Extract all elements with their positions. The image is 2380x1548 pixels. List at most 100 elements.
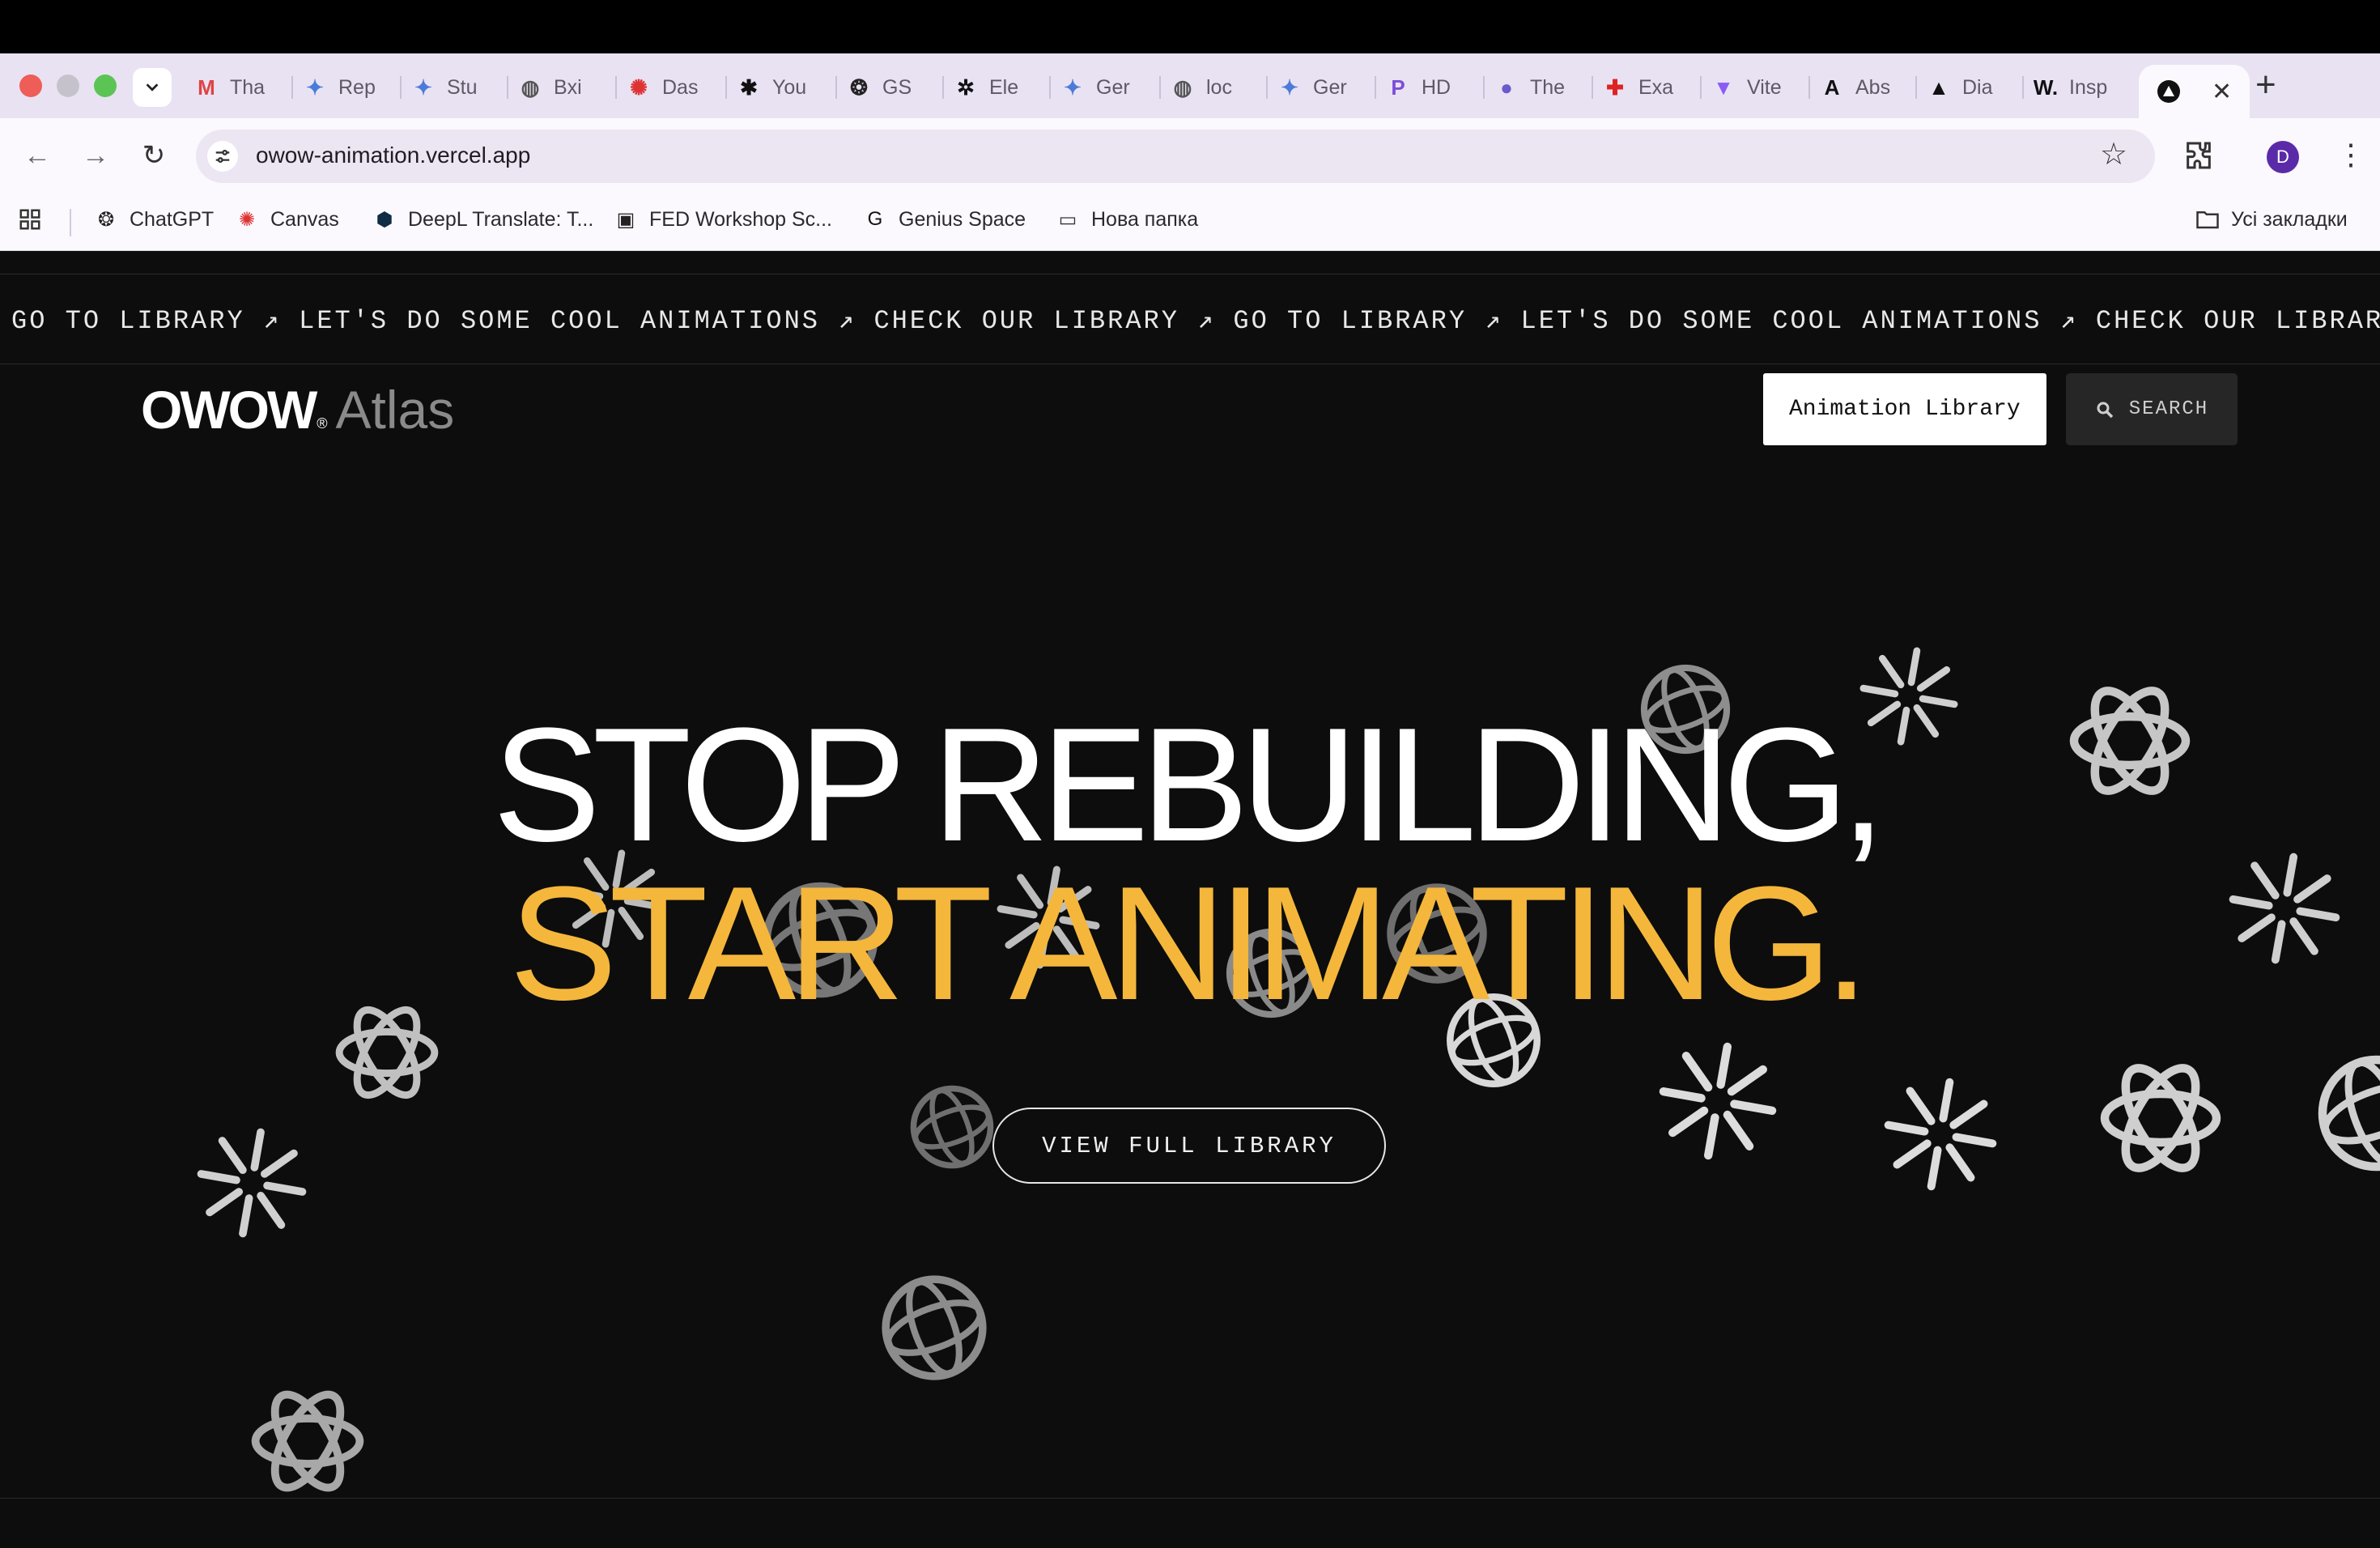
w-icon: W. [2034, 74, 2059, 100]
tab-12[interactable]: ● The [1494, 68, 1583, 107]
tab-separator [2022, 76, 2024, 99]
triangle-icon: ▲ [1928, 74, 1949, 100]
tab-label: Exa [1638, 75, 1674, 99]
sphere-icon: ● [1500, 74, 1513, 100]
globe-shape-icon [910, 1085, 994, 1169]
window-top-bar [0, 0, 2380, 53]
bookmark-star-icon[interactable]: ☆ [2100, 136, 2127, 172]
tab-separator [1915, 76, 1917, 99]
canvas-icon: ✺ [238, 208, 256, 231]
bookmark-item[interactable]: ❂ ChatGPT [94, 207, 214, 232]
tab-active[interactable]: ✕ [2139, 65, 2250, 118]
new-tab-button[interactable]: + [2255, 65, 2276, 105]
bookmark-item[interactable]: G Genius Space [863, 207, 1026, 232]
vite-icon: ▼ [1713, 74, 1734, 100]
tab-9[interactable]: ◍ loc [1171, 68, 1260, 107]
browser-menu-icon[interactable]: ⋮ [2336, 138, 2365, 172]
search-button[interactable]: SEARCH [2066, 373, 2238, 445]
marquee-item[interactable]: CHECK OUR LIBRARY ↗ [873, 304, 1215, 336]
marquee-item[interactable]: LET'S DO SOME COOL ANIMATIONS ↗ [299, 304, 856, 336]
bookmark-item[interactable]: ▭ Нова папка [1056, 207, 1199, 232]
section-divider [0, 1498, 2380, 1499]
apps-grid-icon[interactable] [18, 207, 42, 232]
tab-label: Stu [447, 75, 478, 99]
close-tab-icon[interactable]: ✕ [2212, 78, 2232, 106]
tab-separator [1483, 76, 1485, 99]
site-logo[interactable]: OWOW ® Atlas [141, 379, 454, 440]
tab-1[interactable]: ✦ Rep [303, 68, 392, 107]
tab-10[interactable]: ✦ Ger [1277, 68, 1366, 107]
swiss-icon: ✚ [1606, 74, 1624, 100]
reload-button[interactable]: ↻ [136, 138, 172, 173]
tab-separator [1700, 76, 1702, 99]
tab-3[interactable]: ◍ Bxi [518, 68, 607, 107]
site-settings-icon[interactable] [207, 141, 238, 172]
extensions-icon[interactable] [2182, 139, 2215, 176]
tab-label: The [1530, 75, 1566, 99]
tab-14[interactable]: ▼ Vite [1711, 68, 1800, 107]
all-bookmarks-label: Усі закладки [2231, 207, 2348, 231]
bookmark-label: FED Workshop Sc... [649, 207, 832, 231]
view-full-library-button[interactable]: VIEW FULL LIBRARY [992, 1108, 1386, 1184]
tab-separator [1266, 76, 1268, 99]
tab-label: Vite [1747, 75, 1782, 99]
maximize-window-button[interactable] [94, 74, 117, 97]
tab-label: HD [1422, 75, 1451, 99]
tab-0[interactable]: M Tha [194, 68, 283, 107]
url-text[interactable]: owow-animation.vercel.app [256, 142, 530, 168]
tab-label: You [772, 75, 807, 99]
tab-label: Dia [1962, 75, 1993, 99]
hero-title-line1: STOP REBUILDING, [492, 695, 1886, 875]
marquee-item[interactable]: CHECK OUR LIBRARY ↗ [2096, 304, 2380, 336]
marquee-item[interactable]: LET'S DO SOME COOL ANIMATIONS ↗ [1521, 304, 2078, 336]
gemini-icon: ✦ [306, 74, 324, 100]
marquee-item[interactable]: GO TO LIBRARY ↗ [11, 304, 281, 336]
tab-11[interactable]: P HD [1386, 68, 1475, 107]
forward-button[interactable]: → [78, 138, 113, 173]
atom-shape-icon [2100, 1064, 2221, 1172]
hero-title-line2: START ANIMATING. [509, 853, 1869, 1034]
tab-7[interactable]: ✲ Ele [954, 68, 1043, 107]
bookmark-item[interactable]: ✺ Canvas [235, 207, 339, 232]
tab-label: Ger [1313, 75, 1347, 99]
triangle-icon [2157, 79, 2181, 104]
all-bookmarks-folder[interactable]: Усі закладки [2195, 207, 2348, 232]
tab-5[interactable]: ✱ You [737, 68, 826, 107]
tab-label: Ele [989, 75, 1019, 99]
openai-icon: ❂ [97, 208, 115, 231]
minimize-window-button[interactable] [57, 74, 79, 97]
bookmark-item[interactable]: ⬢ DeepL Translate: T... [372, 207, 594, 232]
back-button[interactable]: ← [19, 138, 55, 173]
folder-icon [2195, 207, 2220, 232]
tab-separator [1375, 76, 1376, 99]
figma-icon: ✱ [740, 74, 758, 100]
tab-separator [615, 76, 617, 99]
atom-shape-icon [251, 1390, 364, 1492]
openai-icon: ❂ [850, 74, 868, 100]
library-input[interactable]: Animation Library [1763, 373, 2046, 445]
tab-15[interactable]: A Abs [1820, 68, 1909, 107]
tab-4[interactable]: ✺ Das [627, 68, 716, 107]
tab-13[interactable]: ✚ Exa [1603, 68, 1692, 107]
globe-icon: ◍ [1173, 74, 1192, 100]
logo-owow: OWOW [141, 380, 317, 440]
tab-search-button[interactable] [133, 68, 172, 107]
marquee-item[interactable]: GO TO LIBRARY ↗ [1233, 304, 1502, 336]
tab-label: Abs [1855, 75, 1891, 99]
marquee-banner[interactable]: GO TO LIBRARY ↗ LET'S DO SOME COOL ANIMAT… [0, 274, 2380, 364]
tab-8[interactable]: ✦ Ger [1060, 68, 1150, 107]
bookmark-item[interactable]: ▣ FED Workshop Sc... [614, 207, 832, 232]
tab-separator [1049, 76, 1051, 99]
bookmark-label: Canvas [270, 207, 339, 231]
close-window-button[interactable] [19, 74, 42, 97]
tab-label: Insp [2069, 75, 2108, 99]
globe-shape-icon [882, 1275, 987, 1380]
tab-2[interactable]: ✦ Stu [411, 68, 500, 107]
tab-6[interactable]: ❂ GS [847, 68, 936, 107]
tab-17[interactable]: W. Insp [2034, 68, 2123, 107]
tab-label: loc [1206, 75, 1232, 99]
tab-16[interactable]: ▲ Dia [1927, 68, 2016, 107]
profile-avatar[interactable]: D [2267, 141, 2299, 173]
logo-a-icon: A [1824, 74, 1840, 100]
tab-separator [725, 76, 727, 99]
